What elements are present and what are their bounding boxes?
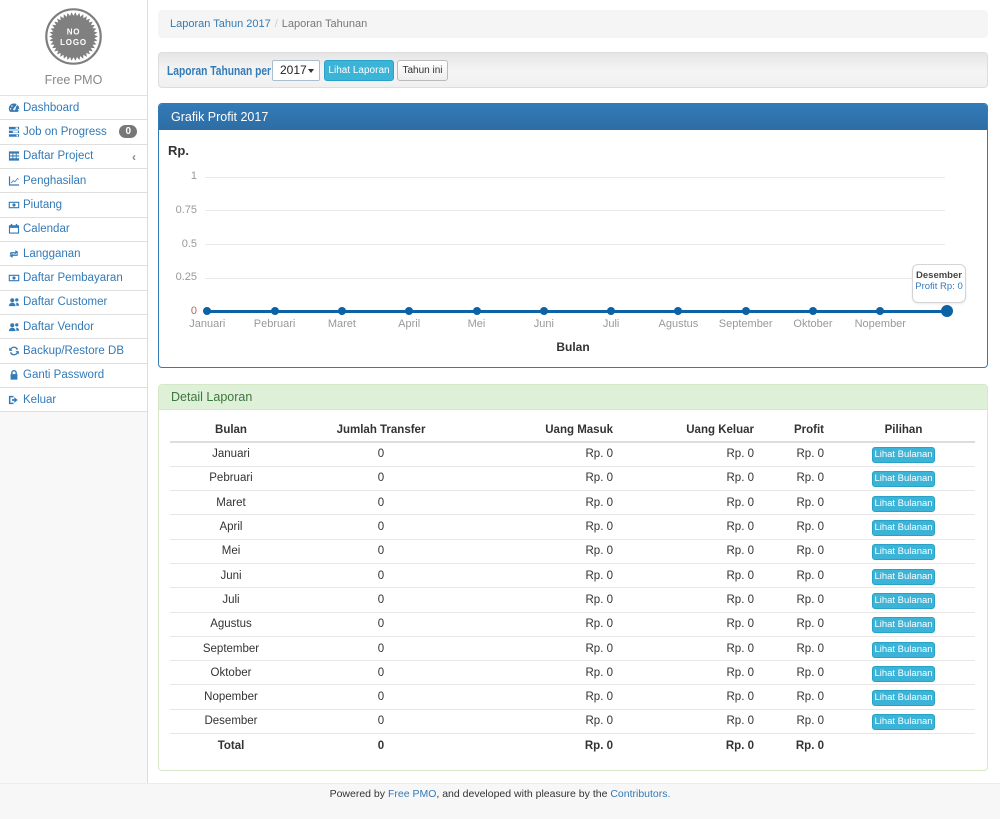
svg-text:NO: NO (67, 28, 81, 37)
svg-text:LOGO: LOGO (60, 38, 87, 47)
